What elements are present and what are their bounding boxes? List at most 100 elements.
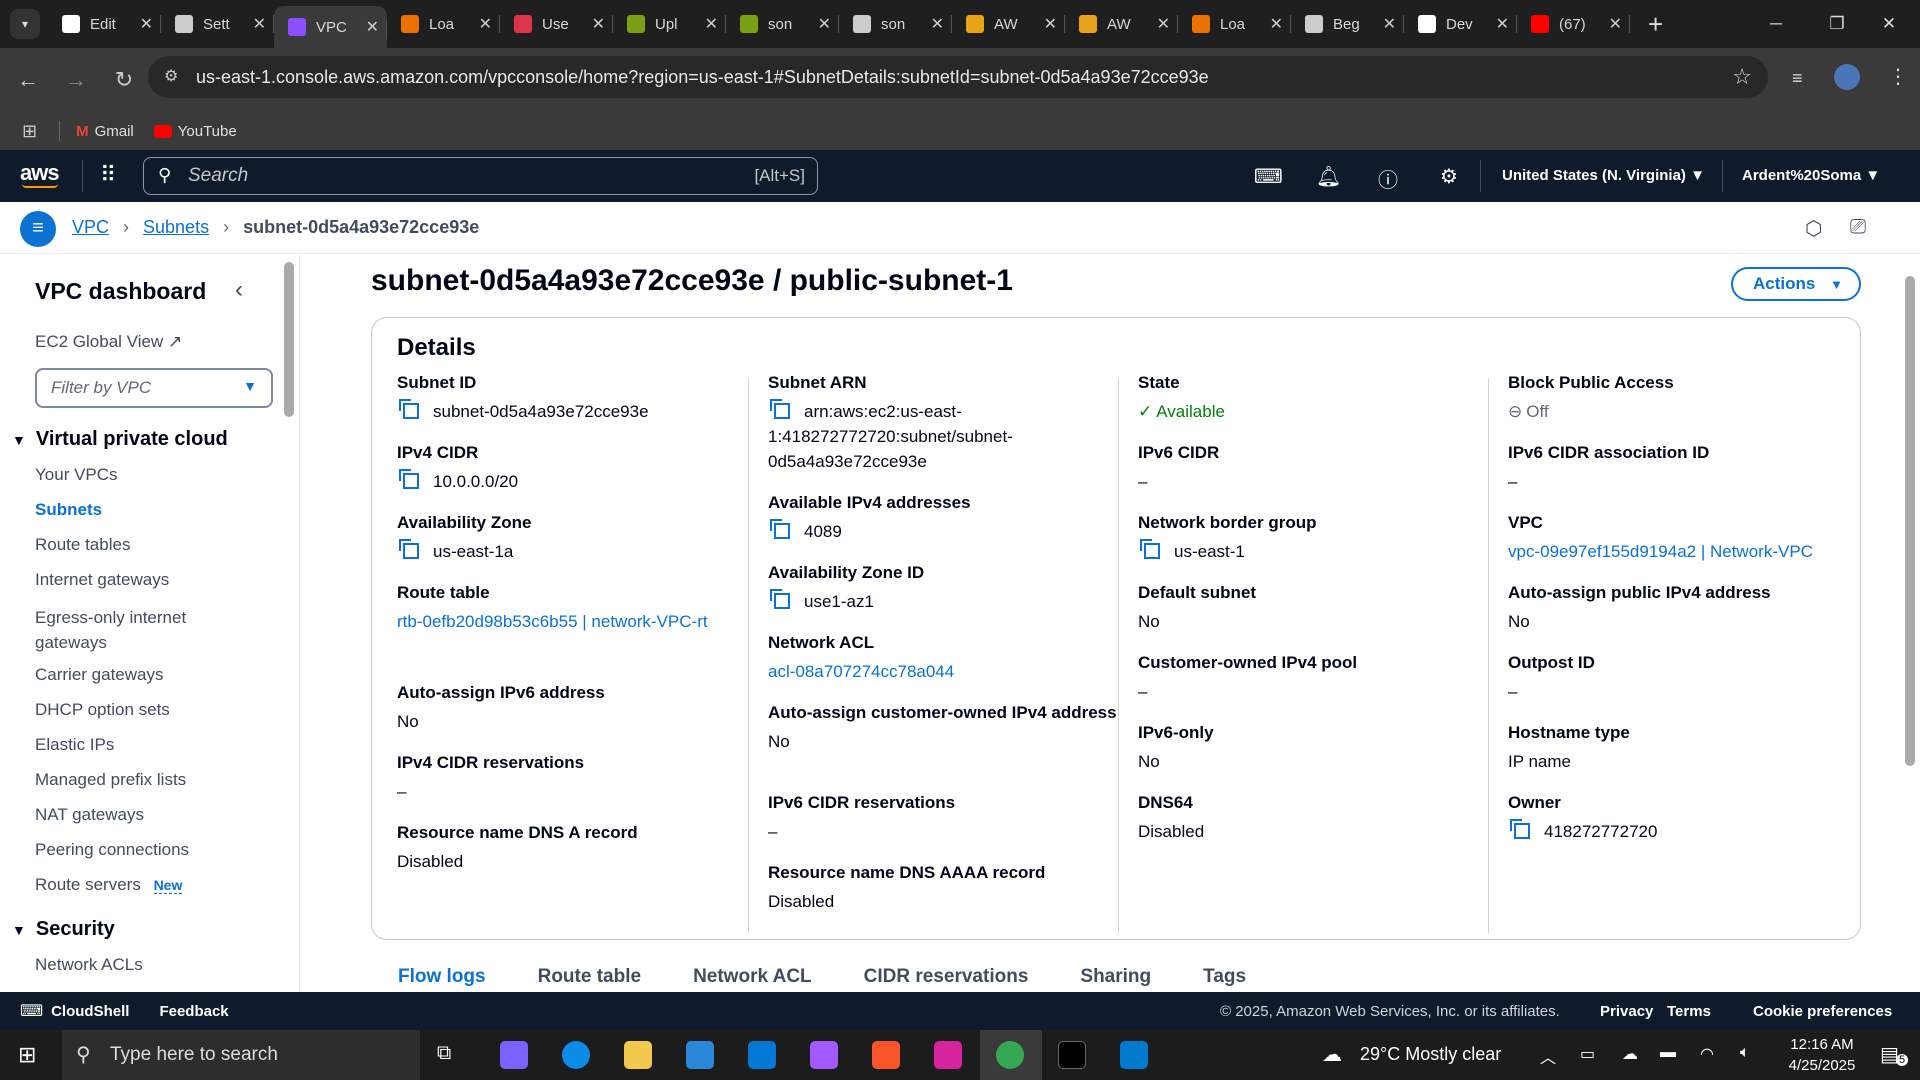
sidebar-item-nat-gateways[interactable]: NAT gateways	[35, 805, 144, 825]
windows-start-icon[interactable]: ⊞	[18, 1042, 36, 1068]
hexagon-icon[interactable]: ⬡	[1805, 216, 1822, 241]
sidebar-scrollbar[interactable]	[284, 262, 294, 417]
sidebar-item-subnets[interactable]: Subnets	[35, 500, 102, 520]
instagram-icon[interactable]	[934, 1041, 962, 1069]
close-window-button[interactable]: ✕	[1858, 0, 1920, 48]
sidebar-item-managed-prefix-lists[interactable]: Managed prefix lists	[35, 770, 186, 790]
ec2-global-view-link[interactable]: EC2 Global View ↗	[35, 332, 182, 352]
browser-tab[interactable]: Edit ✕	[48, 0, 161, 48]
close-tab-icon[interactable]: ✕	[253, 14, 266, 34]
close-tab-icon[interactable]: ✕	[1496, 14, 1509, 34]
copy-icon[interactable]	[770, 589, 790, 609]
browser-tab[interactable]: Beg ✕	[1291, 0, 1404, 48]
gear-icon[interactable]: ⚙	[1440, 164, 1458, 189]
section-security[interactable]: ▼ Security	[12, 918, 115, 941]
onedrive-icon[interactable]: ☁	[1622, 1044, 1638, 1064]
sidebar-item-network-acls[interactable]: Network ACLs	[35, 955, 143, 975]
cloudshell-icon[interactable]: ⌨	[20, 1001, 43, 1021]
region-selector[interactable]: United States (N. Virginia) ▼	[1502, 167, 1705, 184]
cookie-preferences-link[interactable]: Cookie preferences	[1753, 1003, 1892, 1020]
url-field[interactable]: ⚙ us-east-1.console.aws.amazon.com/vpcco…	[148, 56, 1768, 98]
tab-route-table[interactable]: Route table	[538, 966, 641, 988]
forward-button[interactable]: →	[56, 67, 96, 93]
close-tab-icon[interactable]: ✕	[592, 14, 605, 34]
tab-search-button[interactable]: ▾	[10, 9, 40, 39]
close-tab-icon[interactable]: ✕	[366, 17, 379, 37]
minimize-button[interactable]: ─	[1745, 0, 1807, 48]
sidebar-item-route-servers[interactable]: Route servers New	[35, 875, 183, 895]
terminal-icon[interactable]	[1058, 1041, 1086, 1069]
browser-tab[interactable]: Sett ✕	[161, 0, 274, 48]
close-tab-icon[interactable]: ✕	[1609, 14, 1622, 34]
file-explorer-icon[interactable]	[624, 1041, 652, 1069]
tray-device-icon[interactable]: ▭	[1580, 1044, 1595, 1064]
browser-tab[interactable]: (67) ✕	[1517, 0, 1630, 48]
services-grid-icon[interactable]: ⠿	[100, 162, 116, 188]
bell-icon[interactable]: 🔔︎	[1316, 164, 1341, 189]
sidebar-item-carrier-gateways[interactable]: Carrier gateways	[35, 665, 164, 685]
task-view-icon[interactable]: ⧉	[437, 1042, 451, 1065]
sidebar-item-your-vpcs[interactable]: Your VPCs	[35, 465, 118, 485]
volume-icon[interactable]: 🔈︎	[1740, 1044, 1750, 1062]
browser-tab[interactable]: Dev ✕	[1404, 0, 1517, 48]
screen-icon[interactable]: ⎚	[1850, 216, 1866, 239]
copy-icon[interactable]	[770, 519, 790, 539]
tray-chevron-icon[interactable]: ︿	[1540, 1044, 1556, 1068]
battery-icon[interactable]: ▬	[1660, 1044, 1676, 1062]
chrome-icon[interactable]	[996, 1041, 1024, 1069]
tab-tags[interactable]: Tags	[1203, 966, 1246, 988]
close-tab-icon[interactable]: ✕	[1270, 14, 1283, 34]
apps-grid-icon[interactable]: ⊞	[22, 121, 37, 142]
store-icon[interactable]	[686, 1041, 714, 1069]
sidebar-item-internet-gateways[interactable]: Internet gateways	[35, 570, 169, 590]
feedback-button[interactable]: Feedback	[159, 1003, 228, 1020]
collapse-sidebar-icon[interactable]: ‹	[235, 276, 243, 304]
section-virtual-private-cloud[interactable]: ▼ Virtual private cloud	[12, 428, 228, 451]
edge-icon[interactable]	[562, 1041, 590, 1069]
main-scrollbar[interactable]	[1900, 254, 1920, 992]
sidebar-item-dhcp-option-sets[interactable]: DHCP option sets	[35, 700, 170, 720]
tab-network-acl[interactable]: Network ACL	[693, 966, 812, 988]
close-tab-icon[interactable]: ✕	[1044, 14, 1057, 34]
profile-avatar[interactable]	[1834, 64, 1860, 90]
tab-sharing[interactable]: Sharing	[1080, 966, 1151, 988]
bookmark-gmail[interactable]: M Gmail	[76, 123, 134, 140]
cloudshell-icon[interactable]: ⌨	[1254, 164, 1283, 189]
wifi-icon[interactable]: ◠	[1700, 1044, 1714, 1064]
close-tab-icon[interactable]: ✕	[1157, 14, 1170, 34]
bookmark-youtube[interactable]: YouTube	[153, 123, 237, 140]
account-menu[interactable]: Ardent%20Soma ▼	[1742, 167, 1880, 184]
aws-search-input[interactable]: ⚲ Search [Alt+S]	[143, 157, 818, 195]
taskbar-search[interactable]: ⚲ Type here to search	[62, 1030, 420, 1080]
copy-icon[interactable]	[1510, 819, 1530, 839]
terms-link[interactable]: Terms	[1667, 1003, 1711, 1020]
field-link[interactable]: vpc-09e97ef155d9194a2 | Network-VPC	[1508, 542, 1813, 561]
copy-icon[interactable]	[770, 399, 790, 419]
browser-tab[interactable]: Upl ✕	[613, 0, 726, 48]
brave-icon[interactable]	[872, 1041, 900, 1069]
sidebar-item-elastic-ips[interactable]: Elastic IPs	[35, 735, 114, 755]
browser-tab[interactable]: son ✕	[839, 0, 952, 48]
back-button[interactable]: ←	[8, 67, 48, 93]
browser-tab[interactable]: AW ✕	[952, 0, 1065, 48]
close-tab-icon[interactable]: ✕	[479, 14, 492, 34]
new-tab-button[interactable]: +	[1648, 9, 1663, 40]
copy-icon[interactable]	[1140, 539, 1160, 559]
breadcrumb-vpc[interactable]: VPC	[72, 217, 109, 238]
close-tab-icon[interactable]: ✕	[931, 14, 944, 34]
privacy-link[interactable]: Privacy	[1600, 1003, 1653, 1020]
filter-by-vpc-select[interactable]: Filter by VPC ▼	[35, 368, 273, 408]
browser-tab[interactable]: Use ✕	[500, 0, 613, 48]
sidebar-item-peering-connections[interactable]: Peering connections	[35, 840, 189, 860]
media-icon[interactable]: ≡	[1792, 68, 1803, 89]
actions-button[interactable]: Actions ▼	[1731, 267, 1861, 301]
outlook-icon[interactable]	[748, 1041, 776, 1069]
weather-icon[interactable]: ☁	[1322, 1042, 1342, 1067]
tab-cidr-reservations[interactable]: CIDR reservations	[864, 966, 1029, 988]
copy-icon[interactable]	[399, 469, 419, 489]
breadcrumb-subnets[interactable]: Subnets	[143, 217, 209, 238]
browser-tab[interactable]: Loa ✕	[1178, 0, 1291, 48]
menu-icon[interactable]: ⋮	[1888, 64, 1908, 89]
close-tab-icon[interactable]: ✕	[705, 14, 718, 34]
cloudshell-button[interactable]: CloudShell	[51, 1003, 129, 1020]
